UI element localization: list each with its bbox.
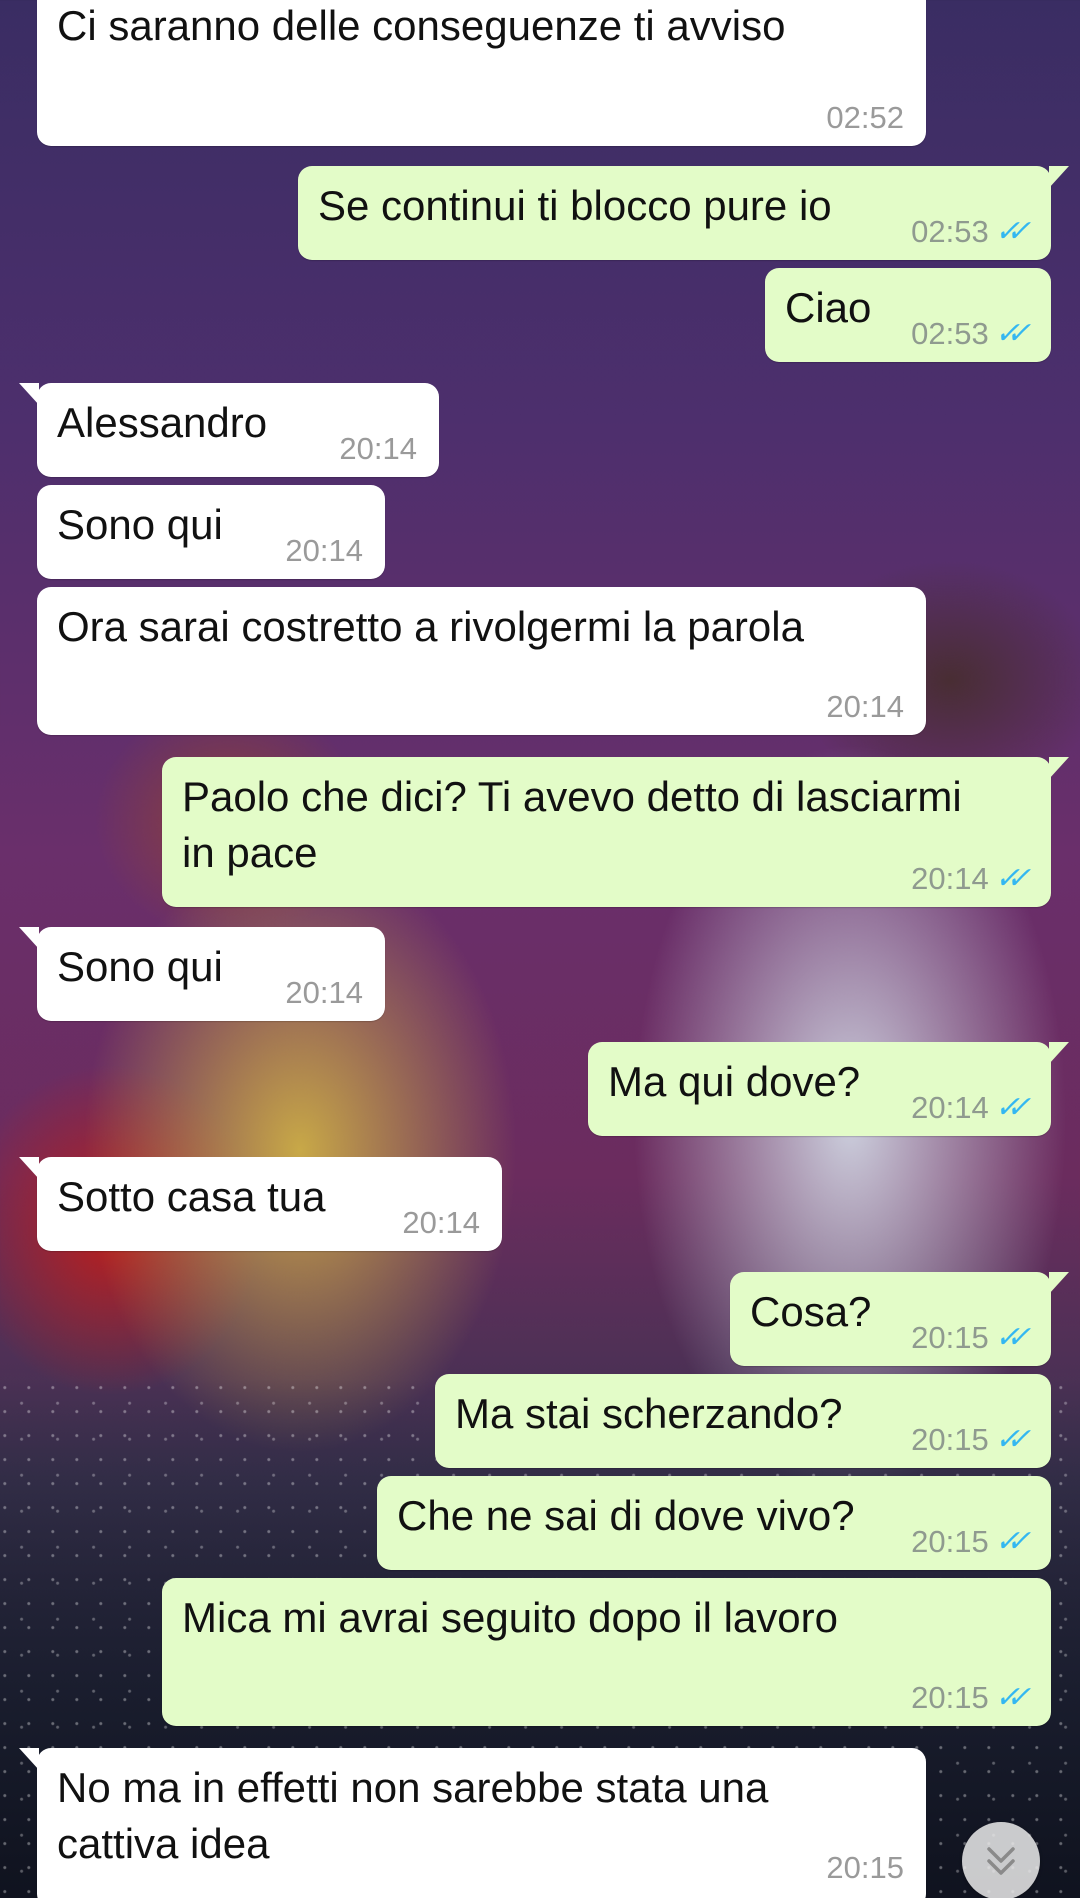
- double-check-icon: ✓✓: [992, 215, 1024, 248]
- message-time: 20:15: [911, 1422, 989, 1457]
- message-bubble-outgoing[interactable]: Paolo che dici? Ti avevo detto di lascia…: [162, 757, 1069, 907]
- chevron-double-down-icon: [987, 1847, 1015, 1875]
- message-bubble-outgoing[interactable]: Cosa? 20:15 ✓✓: [730, 1272, 1069, 1366]
- message-bubble-outgoing[interactable]: Ma stai scherzando? 20:15 ✓✓: [435, 1374, 1051, 1468]
- message-text: Ci saranno delle conseguenze ti avviso: [57, 2, 786, 49]
- message-time: 20:15: [911, 1320, 989, 1355]
- message-time: 02:53: [911, 316, 989, 351]
- message-bubble-outgoing[interactable]: Mica mi avrai seguito dopo il lavoro 20:…: [162, 1578, 1051, 1726]
- double-check-icon: ✓✓: [992, 1091, 1024, 1124]
- message-time: 20:14: [911, 861, 989, 896]
- message-bubble-outgoing[interactable]: Ma qui dove? 20:14 ✓✓: [588, 1042, 1069, 1136]
- message-text: Ora sarai costretto a rivolgermi la paro…: [57, 603, 804, 650]
- message-time: 20:14: [339, 431, 417, 466]
- message-time: 20:15: [826, 1850, 904, 1885]
- message-bubble-incoming[interactable]: Ci saranno delle conseguenze ti avviso 0…: [37, 0, 926, 146]
- double-check-icon: ✓✓: [992, 1525, 1024, 1558]
- message-bubble-outgoing[interactable]: Se continui ti blocco pure io 02:53 ✓✓: [298, 166, 1069, 260]
- message-bubble-incoming[interactable]: Alessandro 20:14: [19, 383, 439, 477]
- message-time: 20:14: [911, 1090, 989, 1125]
- message-time: 20:14: [285, 533, 363, 568]
- message-text: Paolo che dici? Ti avevo detto di lascia…: [182, 773, 962, 876]
- chat-area[interactable]: Ci saranno delle conseguenze ti avviso 0…: [0, 0, 1080, 1898]
- message-bubble-incoming[interactable]: No ma in effetti non sarebbe stata una c…: [19, 1748, 926, 1898]
- double-check-icon: ✓✓: [992, 317, 1024, 350]
- message-time: 20:14: [402, 1205, 480, 1240]
- message-time: 02:53: [911, 214, 989, 249]
- message-time: 02:52: [826, 100, 904, 135]
- message-time: 20:15: [911, 1680, 989, 1715]
- message-bubble-incoming[interactable]: Sono qui 20:14: [19, 927, 385, 1021]
- message-bubble-outgoing[interactable]: Ciao 02:53 ✓✓: [765, 268, 1051, 362]
- message-bubble-incoming[interactable]: Ora sarai costretto a rivolgermi la paro…: [37, 587, 926, 735]
- scroll-to-bottom-button[interactable]: [962, 1822, 1040, 1898]
- message-bubble-incoming[interactable]: Sono qui 20:14: [37, 485, 385, 579]
- double-check-icon: ✓✓: [992, 1681, 1024, 1714]
- double-check-icon: ✓✓: [992, 1423, 1024, 1456]
- message-time: 20:14: [826, 689, 904, 724]
- message-bubble-incoming[interactable]: Sotto casa tua 20:14: [19, 1157, 502, 1251]
- message-text: No ma in effetti non sarebbe stata una c…: [57, 1764, 769, 1867]
- message-time: 20:15: [911, 1524, 989, 1559]
- double-check-icon: ✓✓: [992, 1321, 1024, 1354]
- double-check-icon: ✓✓: [992, 862, 1024, 895]
- message-bubble-outgoing[interactable]: Che ne sai di dove vivo? 20:15 ✓✓: [377, 1476, 1051, 1570]
- message-time: 20:14: [285, 975, 363, 1010]
- message-text: Mica mi avrai seguito dopo il lavoro: [182, 1594, 838, 1641]
